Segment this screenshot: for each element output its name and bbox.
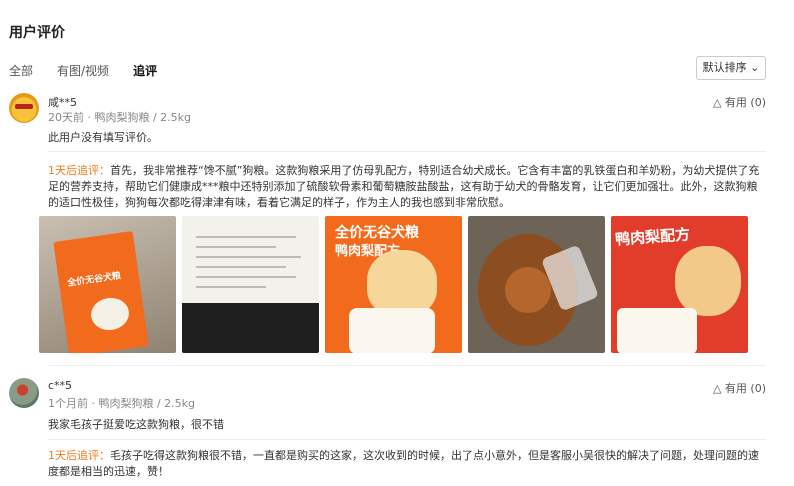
- review-content: 我家毛孩子挺爱吃这款狗粮，很不错: [48, 418, 224, 431]
- thumb-up-icon: △: [712, 382, 722, 395]
- tab-followup[interactable]: 追评: [133, 62, 157, 79]
- followup-text: 毛孩子吃得这款狗粮很不错，一直都是购买的这家，这次收到的时候，出了点小意外，但是…: [48, 449, 759, 478]
- page-title: 用户评价: [9, 25, 65, 41]
- review-images: 全价无谷犬粮 全价无谷犬粮 鸭肉梨配方 鸭肉梨配方: [39, 216, 748, 353]
- review-divider: [48, 439, 766, 440]
- bag-text: 鸭肉梨配方: [614, 225, 691, 249]
- review-username: 咸**5: [48, 96, 77, 109]
- chevron-down-icon: ⌄: [750, 61, 760, 74]
- product-photo-1[interactable]: 全价无谷犬粮: [39, 216, 176, 353]
- avatar[interactable]: [9, 93, 39, 123]
- product-photo-3[interactable]: 全价无谷犬粮 鸭肉梨配方: [325, 216, 462, 353]
- product-photo-4[interactable]: [468, 216, 605, 353]
- review-divider: [48, 151, 766, 152]
- followup-review: 1天后追评：首先，我非常推荐“馋不腻”狗粮。这款狗粮采用了仿母乳配方，特别适合幼…: [48, 163, 766, 211]
- review-filter-tabs: 全部 有图/视频 追评: [9, 62, 181, 79]
- thumb-up-icon: △: [712, 96, 722, 109]
- useful-label: 有用 (0): [724, 382, 766, 395]
- followup-text: 首先，我非常推荐“馋不腻”狗粮。这款狗粮采用了仿母乳配方，特别适合幼犬成长。它含…: [48, 164, 760, 209]
- product-photo-2[interactable]: [182, 216, 319, 353]
- section-divider: [48, 365, 766, 366]
- sort-dropdown[interactable]: 默认排序 ⌄: [696, 56, 766, 80]
- useful-label: 有用 (0): [724, 96, 766, 109]
- review-content: 此用户没有填写评价。: [48, 131, 158, 144]
- review-username: c**5: [48, 379, 73, 392]
- tab-all[interactable]: 全部: [9, 62, 33, 79]
- avatar[interactable]: [9, 378, 39, 408]
- followup-review: 1天后追评：毛孩子吃得这款狗粮很不错，一直都是购买的这家，这次收到的时候，出了点…: [48, 448, 766, 480]
- review-item: c**5 1个月前 · 鸭肉梨狗粮 / 2.5kg △ 有用 (0) 我家毛孩子…: [9, 378, 766, 483]
- followup-label: 1天后追评：: [48, 164, 110, 177]
- useful-button[interactable]: △ 有用 (0): [713, 380, 766, 396]
- review-meta: 20天前 · 鸭肉梨狗粮 / 2.5kg: [48, 111, 192, 124]
- bag-text: 全价无谷犬粮: [335, 225, 419, 241]
- product-photo-5[interactable]: 鸭肉梨配方: [611, 216, 748, 353]
- tab-with-media[interactable]: 有图/视频: [57, 62, 109, 79]
- sort-label: 默认排序: [702, 61, 747, 74]
- useful-button[interactable]: △ 有用 (0): [713, 94, 766, 110]
- followup-label: 1天后追评：: [48, 449, 110, 462]
- review-meta: 1个月前 · 鸭肉梨狗粮 / 2.5kg: [48, 397, 196, 410]
